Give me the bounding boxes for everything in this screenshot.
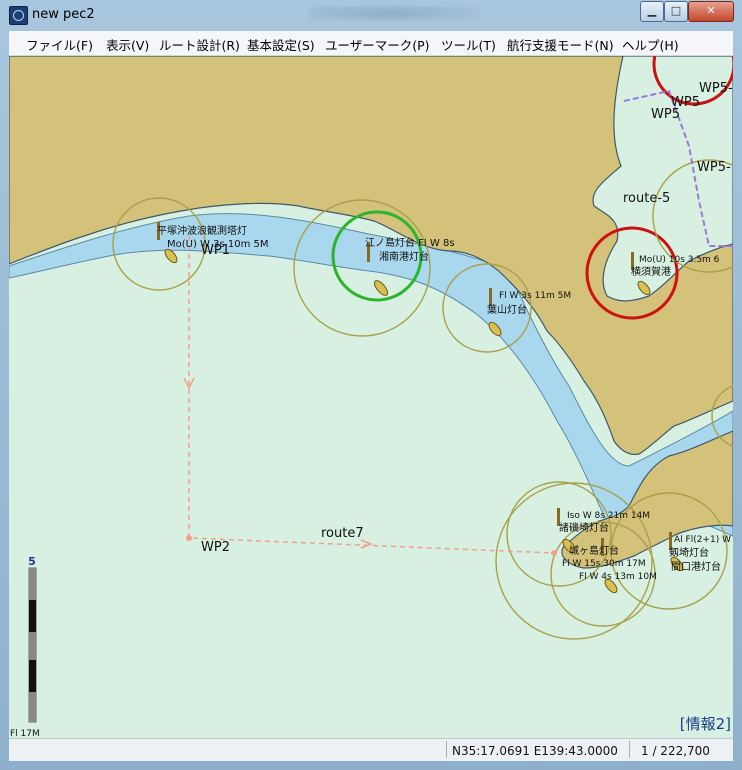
app-icon: [9, 6, 28, 25]
window-title: new pec2: [32, 7, 95, 22]
route-5-label[interactable]: route-5: [623, 191, 670, 206]
menu-help[interactable]: ヘルプ(H): [622, 35, 679, 54]
light-char-jogashima2: Fl W 15s 30m 17M: [562, 559, 646, 569]
waypoint-wp5-label-d[interactable]: WP5-: [697, 160, 731, 175]
status-scale-panel: 1 / 222,700: [629, 741, 734, 758]
scale-bar: [28, 567, 37, 723]
menu-basic-settings[interactable]: 基本設定(S): [247, 35, 315, 54]
waypoint-wp5-label-c[interactable]: WP5-: [699, 81, 733, 96]
minimize-button[interactable]: ▁: [640, 1, 664, 22]
light-char-hayama: Fl W 3s 11m 5M: [499, 291, 571, 301]
light-post-hayama: [489, 288, 492, 306]
scale-bar-black-1: [29, 600, 36, 632]
status-coords-panel: N35:17.0691 E139:43.0000: [446, 741, 629, 758]
chart-map[interactable]: 平塚沖波浪観測塔灯 Mo(U) W 3s 10m 5M 江ノ島灯台 Fl W 8…: [9, 56, 733, 738]
cursor-coordinates: N35:17.0691 E139:43.0000: [452, 744, 618, 758]
route-7-label[interactable]: route7: [321, 526, 364, 541]
waypoint-wp2-marker[interactable]: [186, 535, 192, 541]
light-char-misaki: Fl W 4s 13m 10M: [579, 572, 657, 582]
title-bar[interactable]: new pec2 ▁ □ ✕: [0, 0, 742, 30]
menu-navigation-mode[interactable]: 航行支援モード(N): [507, 35, 614, 54]
light-char-shonan: 江ノ島灯台 Fl W 8s: [365, 236, 455, 249]
close-button[interactable]: ✕: [688, 1, 734, 22]
light-name-yokosuka: 横須賀港: [631, 265, 671, 278]
light-name-hayama: 葉山灯台: [487, 303, 527, 316]
menu-tools[interactable]: ツール(T): [441, 35, 496, 54]
info-panel-label[interactable]: [情報2]: [680, 715, 731, 733]
light-name-tsurugi: 剱埼灯台: [669, 546, 709, 559]
waypoint-end-marker[interactable]: [551, 550, 557, 556]
light-name-jogashima2: 城ヶ島灯台: [569, 544, 619, 557]
scale-bar-bottom-label: Fl 17M: [10, 729, 40, 738]
light-name-maguchi: 間口港灯台: [671, 560, 721, 573]
waypoint-wp2-label[interactable]: WP2: [201, 540, 230, 555]
title-bar-blur: [310, 7, 480, 19]
scale-bar-grey-1: [29, 568, 36, 600]
light-name-shonan: 湘南港灯台: [379, 250, 429, 263]
scale-bar-top-label: 5: [28, 555, 36, 568]
menu-view[interactable]: 表示(V): [106, 35, 149, 54]
light-char-yokosuka: Mo(U) 10s 3.5m 6: [639, 255, 720, 265]
waypoint-wp1-label[interactable]: WP1: [201, 243, 230, 258]
scale-bar-black-2: [29, 660, 36, 692]
waypoint-wp5-label-b[interactable]: WP5: [671, 95, 700, 110]
menu-user-mark[interactable]: ユーザーマーク(P): [325, 35, 430, 54]
light-char-tsurugi: Al Fl(2+1) W: [674, 535, 731, 545]
status-bar: N35:17.0691 E139:43.0000 1 / 222,700: [9, 738, 733, 761]
map-scale: 1 / 222,700: [641, 744, 710, 758]
application-window: new pec2 ▁ □ ✕ ファイル(F) 表示(V) ルート設計(R) 基本…: [0, 0, 742, 770]
light-name-hiratsuka: 平塚沖波浪観測塔灯: [157, 224, 247, 237]
scale-bar-grey-3: [29, 692, 36, 722]
menu-route-design[interactable]: ルート設計(R): [159, 35, 240, 54]
scale-bar-grey-2: [29, 632, 36, 660]
maximize-button[interactable]: □: [664, 1, 688, 22]
light-name-moroiso: 諸磯埼灯台: [559, 521, 609, 534]
menu-file[interactable]: ファイル(F): [26, 35, 93, 54]
light-char-jogashima: Iso W 8s 21m 14M: [567, 511, 650, 521]
menu-bar: ファイル(F) 表示(V) ルート設計(R) 基本設定(S) ユーザーマーク(P…: [9, 31, 733, 56]
